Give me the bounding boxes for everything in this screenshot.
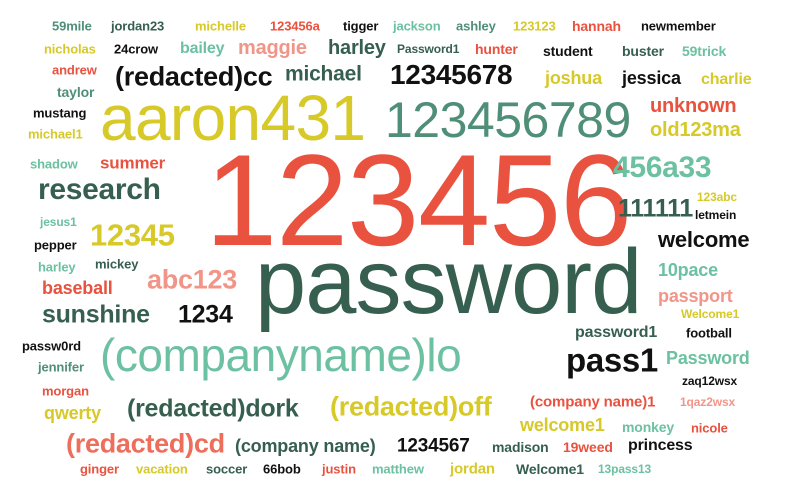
word-justin: justin bbox=[322, 461, 356, 477]
word-59mile: 59mile bbox=[52, 18, 92, 34]
word-password: password bbox=[255, 231, 642, 333]
word-tigger: tigger bbox=[343, 18, 379, 34]
word-19weed: 19weed bbox=[563, 439, 613, 455]
word-cloud: 59mile jordan23 michelle 123456a tigger jacks… bbox=[0, 0, 801, 501]
word-password1: password1 bbox=[575, 324, 658, 341]
word-hunter: hunter bbox=[475, 41, 518, 57]
word-company-name-1: (company name)1 bbox=[530, 393, 656, 411]
word-harley: harley bbox=[38, 259, 76, 275]
word-redacted-cd: (redacted)cd bbox=[66, 428, 225, 459]
word-ginger: ginger bbox=[80, 461, 119, 477]
word-password1: Password1 bbox=[397, 42, 460, 56]
word-1234: 1234 bbox=[178, 300, 233, 329]
word-pepper: pepper bbox=[34, 237, 77, 253]
word-vacation: vacation bbox=[136, 461, 188, 477]
word-football: football bbox=[686, 325, 732, 341]
word-old123ma: old123ma bbox=[650, 119, 741, 141]
word-59trick: 59trick bbox=[682, 43, 727, 59]
word-jesus1: jesus1 bbox=[40, 215, 77, 229]
word-companyname-lo: (companyname)lo bbox=[100, 329, 462, 381]
word-pass1: pass1 bbox=[566, 341, 658, 379]
word-abc123: abc123 bbox=[147, 264, 237, 295]
word-morgan: morgan bbox=[42, 383, 89, 399]
word-hannah: hannah bbox=[572, 18, 621, 34]
word-zaq12wsx: zaq12wsx bbox=[682, 374, 738, 388]
word-welcome1: Welcome1 bbox=[681, 307, 740, 321]
word-jordan23: jordan23 bbox=[111, 18, 165, 34]
word-ashley: ashley bbox=[456, 18, 496, 34]
word-maggie: maggie bbox=[238, 37, 307, 59]
word-company-name: (company name) bbox=[235, 436, 376, 456]
word-michael1: michael1 bbox=[28, 126, 83, 142]
word-joshua: joshua bbox=[545, 68, 602, 88]
word-nicole: nicole bbox=[691, 420, 728, 436]
word-andrew: andrew bbox=[52, 62, 97, 78]
word-research: research bbox=[38, 173, 161, 206]
word-10pace: 10pace bbox=[658, 260, 718, 280]
word-jordan: jordan bbox=[450, 460, 495, 478]
word-taylor: taylor bbox=[57, 84, 95, 100]
word-newmember: newmember bbox=[641, 18, 716, 34]
word-mustang: mustang bbox=[33, 105, 87, 121]
word-summer: summer bbox=[100, 153, 166, 173]
word-456a33: 456a33 bbox=[613, 151, 712, 184]
word-24crow: 24crow bbox=[114, 41, 159, 57]
word-soccer: soccer bbox=[206, 461, 248, 477]
word-madison: madison bbox=[492, 439, 549, 455]
word-123abc: 123abc bbox=[697, 190, 737, 204]
word-123456a: 123456a bbox=[270, 18, 320, 34]
word-welcome1: Welcome1 bbox=[516, 461, 584, 477]
word-jennifer: jennifer bbox=[38, 359, 84, 375]
word-12345: 12345 bbox=[90, 217, 175, 253]
word-michelle: michelle bbox=[195, 18, 246, 34]
word-password: Password bbox=[666, 348, 750, 368]
word-baseball: baseball bbox=[42, 278, 113, 298]
word-13pass13: 13pass13 bbox=[598, 462, 652, 476]
word-bailey: bailey bbox=[180, 40, 225, 57]
word-passw0rd: passw0rd bbox=[22, 338, 81, 354]
word-passport: passport bbox=[658, 286, 733, 306]
word-harley: harley bbox=[328, 37, 386, 59]
word-redacted-off: (redacted)off bbox=[330, 391, 492, 422]
word-66bob: 66bob bbox=[263, 461, 301, 477]
word-123123: 123123 bbox=[513, 18, 556, 34]
word-jackson: jackson bbox=[393, 18, 441, 34]
word-qwerty: qwerty bbox=[44, 403, 101, 423]
word-welcome1: welcome1 bbox=[520, 415, 605, 435]
word-shadow: shadow bbox=[30, 156, 78, 172]
word-111111: 111111 bbox=[618, 194, 694, 223]
word-12345678: 12345678 bbox=[390, 59, 513, 90]
word-redacted-dork: (redacted)dork bbox=[127, 394, 299, 423]
word-1qaz2wsx: 1qaz2wsx bbox=[680, 395, 736, 409]
word-welcome: welcome bbox=[658, 227, 750, 252]
word-buster: buster bbox=[622, 43, 664, 59]
word-jessica: jessica bbox=[622, 68, 681, 88]
word-princess: princess bbox=[628, 437, 693, 454]
word-sunshine: sunshine bbox=[42, 300, 150, 329]
word-1234567: 1234567 bbox=[397, 435, 470, 457]
word-student: student bbox=[543, 43, 593, 59]
word-matthew: matthew bbox=[372, 461, 424, 477]
word-nicholas: nicholas bbox=[44, 41, 96, 57]
word-letmein: letmein bbox=[695, 208, 737, 222]
word-mickey: mickey bbox=[95, 256, 139, 272]
word-unknown: unknown bbox=[650, 95, 737, 117]
word-monkey: monkey bbox=[622, 419, 675, 435]
word-charlie: charlie bbox=[701, 71, 752, 88]
